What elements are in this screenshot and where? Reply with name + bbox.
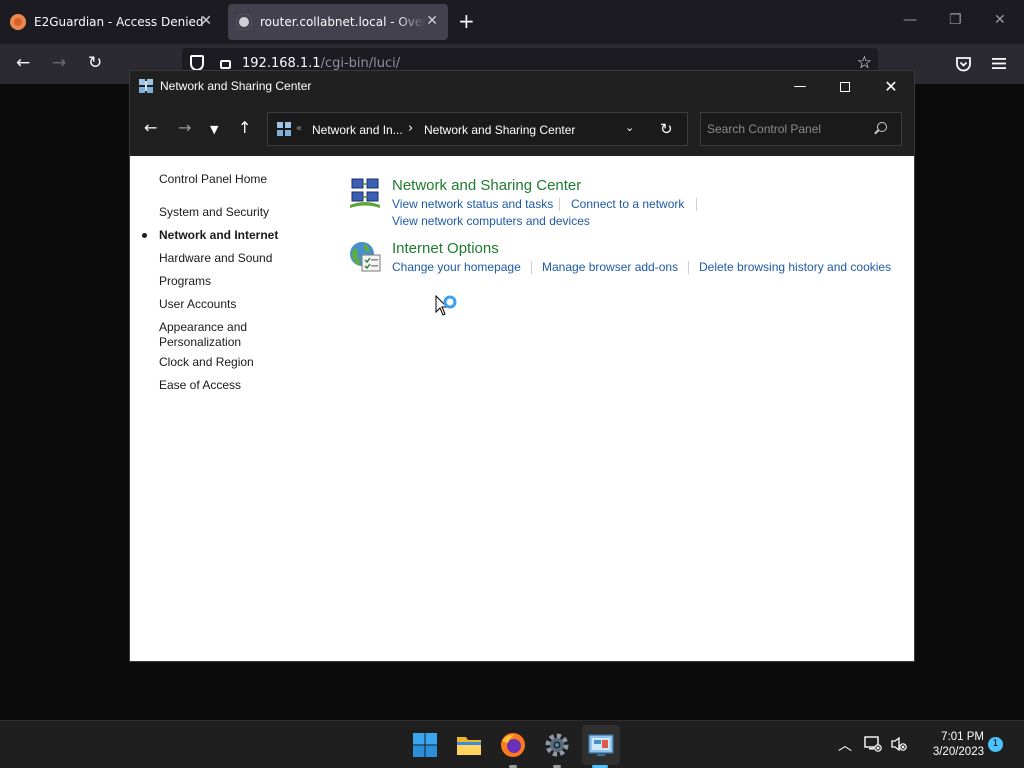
lock-icon[interactable] xyxy=(220,60,231,69)
browser-tab-router[interactable]: router.collabnet.local - Overview ✕ xyxy=(228,4,448,40)
search-input[interactable] xyxy=(707,119,867,139)
forward-arrow-icon[interactable]: → xyxy=(52,53,66,73)
close-tab-icon[interactable]: ✕ xyxy=(426,13,438,29)
system-clock[interactable]: 7:01 PM 3/20/2023 xyxy=(914,730,984,760)
breadcrumb-separator-icon[interactable]: › xyxy=(408,121,413,136)
close-tab-icon[interactable]: ✕ xyxy=(200,13,212,29)
pocket-icon[interactable] xyxy=(955,56,972,72)
control-panel-taskbar-icon[interactable] xyxy=(587,731,615,759)
clock-date: 3/20/2023 xyxy=(932,746,984,758)
show-hidden-icons-chevron-icon[interactable]: ︿ xyxy=(838,735,852,755)
window-title-bar[interactable]: Network and Sharing Center — ✕ xyxy=(130,71,914,102)
browser-tab-bar: E2Guardian - Access Denied ✕ router.coll… xyxy=(0,0,1024,44)
close-window-icon[interactable]: ✕ xyxy=(876,75,906,99)
busy-cursor-icon xyxy=(435,295,457,316)
breadcrumb-current[interactable]: Network and Sharing Center xyxy=(424,123,575,137)
settings-gear-icon[interactable] xyxy=(543,731,571,759)
reload-icon[interactable]: ↻ xyxy=(88,53,102,73)
browser-tab-e2guardian[interactable]: E2Guardian - Access Denied ✕ xyxy=(2,4,222,40)
sidebar-item-appearance[interactable]: Appearance and Personalization xyxy=(159,320,279,350)
browser-restore-icon[interactable]: ❐ xyxy=(949,12,962,28)
recent-locations-chevron-icon[interactable]: ▼ xyxy=(210,121,218,139)
tracking-shield-icon[interactable] xyxy=(190,55,204,71)
browser-close-icon[interactable]: ✕ xyxy=(994,12,1006,28)
sidebar-item-ease-of-access[interactable]: Ease of Access xyxy=(159,378,319,393)
url-text[interactable]: 192.168.1.1/cgi-bin/luci/ xyxy=(242,56,400,71)
sidebar-item-user-accounts[interactable]: User Accounts xyxy=(159,297,319,312)
url-path: /cgi-bin/luci/ xyxy=(320,56,401,71)
link-separator xyxy=(531,261,532,274)
link-manage-addons[interactable]: Manage browser add-ons xyxy=(542,260,678,274)
breadcrumb-network-internet[interactable]: Network and In... xyxy=(312,123,403,137)
taskbar: ︿ 7:01 PM 3/20/2023 1 xyxy=(0,720,1024,768)
file-explorer-icon[interactable] xyxy=(455,731,483,759)
e2guardian-favicon-icon xyxy=(10,14,26,30)
network-disconnected-icon[interactable] xyxy=(864,736,882,752)
control-panel-window: Network and Sharing Center — ✕ ← → ▼ ↑ «… xyxy=(129,70,915,662)
sidebar-item-hardware-sound[interactable]: Hardware and Sound xyxy=(159,251,319,266)
link-separator xyxy=(696,198,697,211)
search-box[interactable] xyxy=(700,112,902,146)
sidebar-item-system-security[interactable]: System and Security xyxy=(159,205,319,220)
notification-badge[interactable]: 1 xyxy=(988,737,1003,752)
link-connect-to-network[interactable]: Connect to a network xyxy=(571,197,684,211)
clock-time: 7:01 PM xyxy=(941,731,984,743)
link-view-network-computers[interactable]: View network computers and devices xyxy=(392,214,590,228)
minimize-window-icon[interactable]: — xyxy=(785,75,815,99)
control-panel-app-icon xyxy=(139,79,153,93)
internet-options-icon xyxy=(350,242,381,272)
new-tab-plus-icon[interactable]: + xyxy=(458,10,475,32)
link-view-network-status[interactable]: View network status and tasks xyxy=(392,197,553,211)
firefox-icon[interactable] xyxy=(499,731,527,759)
control-panel-breadcrumb-icon xyxy=(277,122,291,136)
category-title[interactable]: Internet Options xyxy=(392,240,499,257)
forward-arrow-icon[interactable]: → xyxy=(178,119,191,137)
window-title: Network and Sharing Center xyxy=(160,79,312,93)
url-host: 192.168.1.1 xyxy=(242,56,321,71)
sidebar: Control Panel Home System and Security N… xyxy=(130,156,340,661)
sidebar-item-network-internet[interactable]: Network and Internet xyxy=(159,228,319,243)
back-arrow-icon[interactable]: ← xyxy=(144,119,157,137)
sidebar-item-control-panel-home[interactable]: Control Panel Home xyxy=(159,172,319,187)
browser-minimize-icon[interactable]: — xyxy=(903,12,917,28)
search-icon[interactable] xyxy=(877,122,887,132)
maximize-window-icon[interactable] xyxy=(830,75,860,99)
hamburger-menu-icon[interactable] xyxy=(992,57,1006,70)
link-separator xyxy=(559,198,560,211)
link-delete-browsing-history[interactable]: Delete browsing history and cookies xyxy=(699,260,891,274)
sidebar-item-programs[interactable]: Programs xyxy=(159,274,319,289)
link-separator xyxy=(688,261,689,274)
active-bullet-icon xyxy=(142,233,147,238)
router-favicon-icon xyxy=(236,14,252,30)
sidebar-item-clock-region[interactable]: Clock and Region xyxy=(159,355,319,370)
up-arrow-icon[interactable]: ↑ xyxy=(238,119,251,137)
category-title[interactable]: Network and Sharing Center xyxy=(392,177,581,194)
address-bar[interactable]: « Network and In... › Network and Sharin… xyxy=(267,112,688,146)
address-dropdown-chevron-icon[interactable]: ⌄ xyxy=(625,121,634,134)
refresh-icon[interactable]: ↻ xyxy=(660,120,673,138)
network-sharing-icon xyxy=(350,178,380,208)
back-arrow-icon[interactable]: ← xyxy=(16,53,30,73)
speaker-muted-icon[interactable] xyxy=(890,736,908,752)
content-area: Control Panel Home System and Security N… xyxy=(130,156,914,661)
link-change-homepage[interactable]: Change your homepage xyxy=(392,260,521,274)
breadcrumb-overflow-icon[interactable]: « xyxy=(296,123,302,134)
start-windows-icon[interactable] xyxy=(411,731,439,759)
tab-title: E2Guardian - Access Denied xyxy=(34,15,204,29)
address-toolbar: ← → ▼ ↑ « Network and In... › Network an… xyxy=(130,102,914,156)
tab-title: router.collabnet.local - Overview xyxy=(260,15,426,29)
